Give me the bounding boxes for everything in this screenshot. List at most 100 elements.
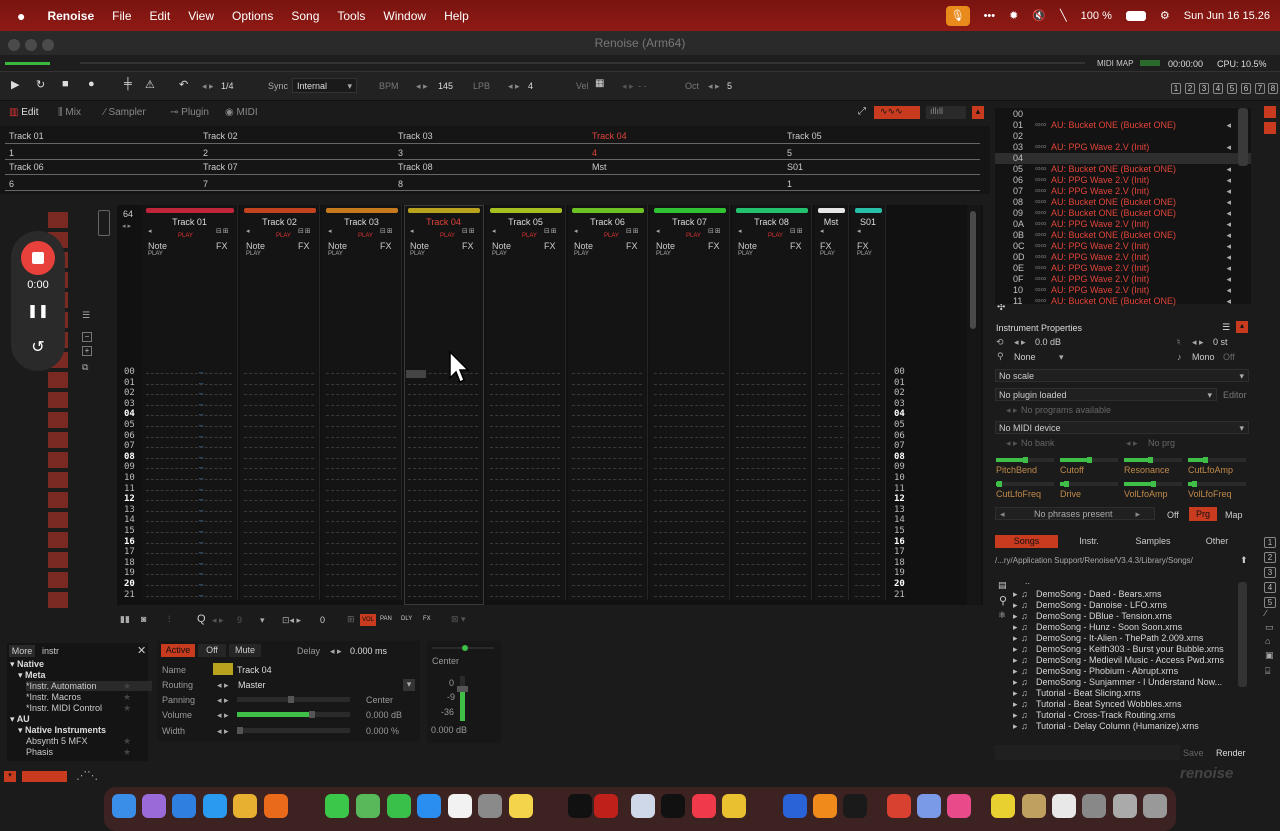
pattern-row[interactable] [736, 383, 806, 385]
fx-column-label[interactable]: FX [708, 241, 720, 251]
pattern-row[interactable] [736, 457, 806, 459]
collapse-button[interactable]: ▴ [1236, 321, 1248, 333]
pen-icon[interactable]: ╲ [1060, 9, 1067, 22]
track-cell[interactable]: Track 01 [9, 131, 44, 141]
pattern-row[interactable]: -- [146, 540, 232, 547]
volume-column-cell[interactable]: -- [199, 518, 204, 525]
pattern-row[interactable] [572, 563, 642, 565]
battery-icon[interactable] [1125, 10, 1146, 21]
layout-button-2[interactable]: 2 [1185, 83, 1195, 94]
pattern-row[interactable] [326, 468, 396, 470]
trash-icon[interactable] [1143, 794, 1167, 818]
pattern-row[interactable] [654, 521, 724, 523]
notes-icon[interactable] [509, 794, 533, 818]
pattern-row[interactable] [572, 426, 642, 427]
menu-window[interactable]: Window [383, 9, 426, 23]
midi-arrow-icon[interactable]: ◂ [1226, 252, 1231, 263]
fx-column-label[interactable]: FX [298, 241, 310, 251]
more-icon[interactable]: ••• [984, 10, 996, 22]
safari-icon[interactable] [203, 794, 227, 818]
keynote-icon[interactable] [887, 794, 911, 818]
close-window-button[interactable] [8, 39, 20, 51]
pattern-row[interactable] [572, 500, 642, 502]
pattern-slot[interactable] [48, 452, 68, 468]
layout-button-5[interactable]: 5 [1227, 83, 1237, 94]
pattern-row[interactable]: -- [146, 487, 232, 494]
pattern-row[interactable] [490, 383, 560, 385]
midi-arrow-icon[interactable]: ◂ [1226, 164, 1231, 175]
pattern-row[interactable] [490, 373, 560, 374]
tab-other[interactable]: Other [1189, 535, 1245, 548]
track-header-name[interactable]: Track 06 [568, 217, 647, 227]
volume-column-cell[interactable]: -- [199, 465, 204, 472]
routing-value[interactable]: Master [238, 680, 266, 690]
macro-slider[interactable] [996, 481, 1054, 487]
pattern-row[interactable]: -- [146, 455, 232, 462]
note-column-label[interactable]: Note [148, 241, 167, 251]
pattern-row[interactable] [654, 415, 724, 417]
instrument-row[interactable]: 0A ∞∞ AU: PPG Wave 2.V (Init) ◂ [995, 219, 1251, 230]
favorite-star-icon[interactable]: ★ [123, 747, 131, 758]
pattern-row[interactable] [855, 415, 880, 417]
pattern-row[interactable] [490, 542, 560, 544]
pattern-row[interactable]: -- [146, 518, 232, 525]
track-cell-selected[interactable]: Track 04 [592, 131, 627, 141]
pattern-row[interactable] [654, 447, 724, 449]
browser-item[interactable]: Phasis ★ [26, 747, 131, 757]
midi-arrow-icon[interactable]: ◂ [1226, 230, 1231, 241]
meter-pan-knob[interactable] [462, 645, 468, 651]
track-column[interactable]: Track 07 ◂ ⊟⊞ PLAY Note FX PLAY [650, 205, 730, 600]
gear-icon[interactable]: ✹ [1009, 9, 1018, 22]
track-header-name[interactable]: Track 01 [142, 217, 237, 227]
volume-column-cell[interactable]: -- [199, 508, 204, 515]
clone-icon[interactable]: ⧉ [82, 362, 88, 373]
zoom-icon[interactable]: Q [197, 613, 206, 625]
messages-icon[interactable] [325, 794, 349, 818]
pattern-row[interactable] [244, 574, 314, 576]
note-column-label[interactable]: Note [246, 241, 265, 251]
pattern-row[interactable] [818, 468, 843, 470]
lpb-value[interactable]: 4 [528, 81, 533, 91]
pattern-row[interactable] [855, 426, 880, 427]
browser-item[interactable]: *Instr. MIDI Control ★ [26, 703, 131, 713]
pattern-row[interactable] [818, 521, 843, 523]
macro-thumb[interactable] [996, 481, 1002, 487]
delay-value[interactable]: 0.000 ms [350, 646, 387, 656]
bank-arrows[interactable]: ◂ ▸ [1006, 438, 1018, 449]
pattern-row[interactable] [818, 436, 843, 438]
pattern-row[interactable] [818, 457, 843, 459]
add-pattern-button[interactable]: + [82, 346, 92, 356]
toggle-dly-button[interactable]: DLY [401, 616, 412, 622]
pattern-row[interactable] [244, 479, 314, 480]
instrument-transpose[interactable]: 0 st [1213, 337, 1228, 347]
pattern-row[interactable] [855, 574, 880, 576]
pattern-row[interactable] [244, 436, 314, 438]
mail-icon[interactable] [172, 794, 196, 818]
note-column-label[interactable]: Note [492, 241, 511, 251]
pattern-row[interactable] [654, 373, 724, 374]
track-color-bar[interactable] [855, 208, 882, 213]
pattern-row[interactable] [572, 436, 642, 438]
pattern-row[interactable] [244, 489, 314, 491]
volume-thumb[interactable] [309, 711, 315, 718]
collapse-button[interactable]: ▴ [972, 106, 984, 119]
menu-edit[interactable]: Edit [150, 9, 171, 23]
columns-icon[interactable]: ⊠ ▾ [451, 614, 466, 625]
favorite-star-icon[interactable]: ★ [123, 692, 131, 703]
expand-icon[interactable]: ▾ [10, 714, 17, 724]
expand-icon[interactable]: ▸ [1013, 644, 1018, 655]
expand-icon[interactable]: ▾ [10, 659, 17, 669]
note-column-label[interactable]: Note [574, 241, 593, 251]
pattern-row[interactable] [490, 553, 560, 555]
collapse-arrow-icon[interactable]: ◂ [738, 227, 743, 235]
house-icon[interactable]: ⌂ [1265, 636, 1270, 646]
panning-thumb[interactable] [288, 696, 294, 703]
vel-arrows[interactable]: ◂ ▸ [622, 81, 634, 92]
pattern-row[interactable] [855, 489, 880, 491]
instrument-row[interactable]: 04 [995, 153, 1251, 164]
width-arrows[interactable]: ◂ ▸ [217, 726, 229, 737]
pattern-row[interactable]: -- [146, 571, 232, 578]
remove-pattern-button[interactable]: − [82, 332, 92, 342]
pattern-row[interactable] [736, 585, 806, 586]
song-file[interactable]: DemoSong - Medievil Music - Access Pwd.x… [1036, 655, 1224, 665]
